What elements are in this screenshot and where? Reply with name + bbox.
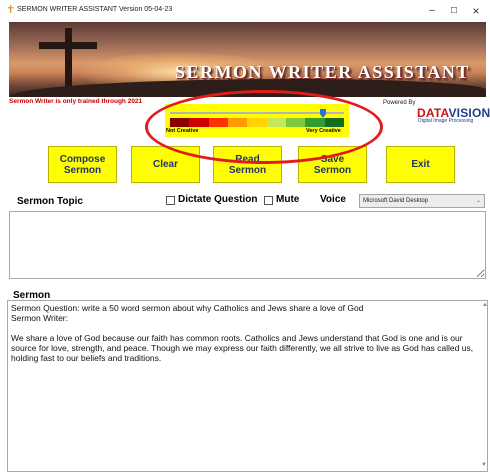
mute-label[interactable]: Mute: [276, 194, 299, 205]
highlight-ellipse: [145, 90, 383, 164]
scroll-up-icon[interactable]: ▲: [482, 302, 488, 308]
banner-title: SERMON WRITER ASSISTANT: [175, 62, 470, 82]
close-button[interactable]: ×: [466, 4, 486, 18]
scroll-down-icon[interactable]: ▼: [481, 462, 487, 468]
header-banner: SERMON WRITER ASSISTANT: [9, 22, 486, 97]
voice-label: Voice: [320, 194, 346, 205]
cross-silhouette-arm: [39, 42, 97, 49]
sermon-writer-line: Sermon Writer:: [11, 313, 68, 323]
cross-icon: ✝: [6, 4, 16, 16]
mute-checkbox[interactable]: [264, 196, 273, 205]
sermon-body: We share a love of God because our faith…: [11, 333, 474, 363]
window-title: SERMON WRITER ASSISTANT: [17, 6, 118, 13]
title-bar: ✝ SERMON WRITER ASSISTANT Version 05-04-…: [0, 0, 490, 22]
sermon-output[interactable]: Sermon Question: write a 50 word sermon …: [7, 300, 488, 472]
logo-subtitle: Digital Image Processing: [418, 118, 474, 124]
cross-silhouette-icon: [65, 28, 72, 92]
powered-by-label: Powered By: [383, 100, 416, 106]
sermon-question-line: Sermon Question: write a 50 word sermon …: [11, 303, 364, 313]
voice-select[interactable]: Microsoft David Desktop ⌄: [359, 194, 485, 208]
chevron-down-icon: ⌄: [475, 198, 481, 204]
dictate-question-checkbox[interactable]: [166, 196, 175, 205]
maximize-button[interactable]: ☐: [444, 4, 464, 18]
sermon-topic-label: Sermon Topic: [17, 196, 83, 207]
dictate-question-label[interactable]: Dictate Question: [178, 194, 257, 205]
training-notice: Sermon Writer is only trained through 20…: [9, 98, 143, 105]
minimize-button[interactable]: –: [422, 4, 442, 18]
compose-sermon-button[interactable]: Compose Sermon: [48, 146, 117, 183]
exit-button[interactable]: Exit: [386, 146, 455, 183]
version-label: Version 05-04-23: [119, 6, 173, 13]
sermon-topic-input[interactable]: [9, 211, 486, 279]
